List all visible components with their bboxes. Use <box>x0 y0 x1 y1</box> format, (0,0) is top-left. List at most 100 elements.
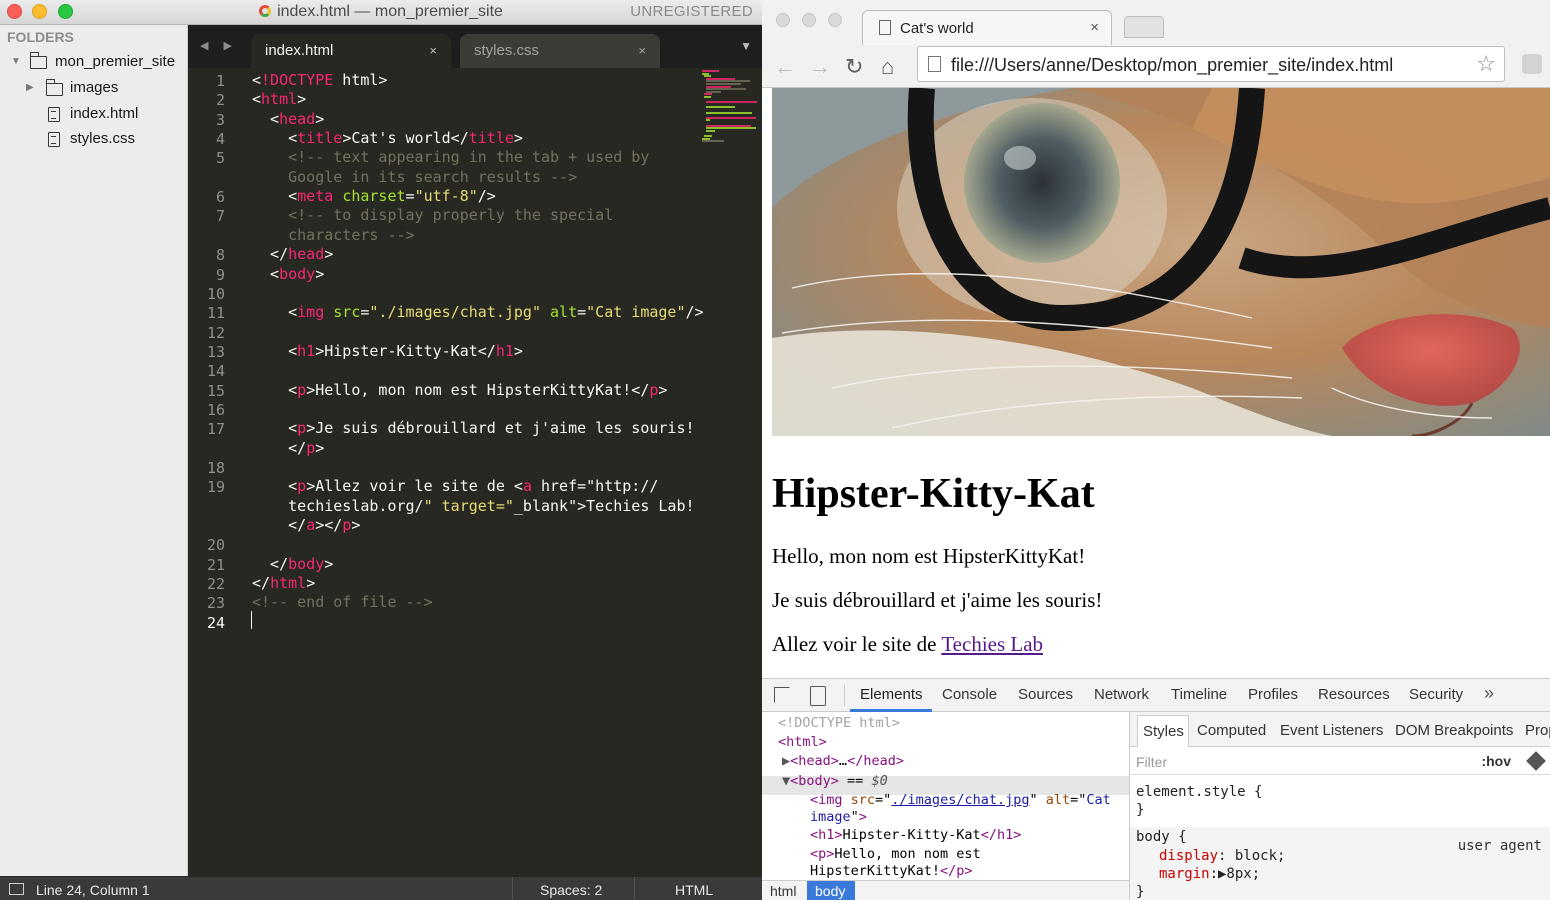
code-line[interactable]: </head> <box>252 245 333 264</box>
url-text[interactable]: file:///Users/anne/Desktop/mon_premier_s… <box>951 55 1393 76</box>
dom-node[interactable]: image"> <box>810 809 867 826</box>
forward-icon[interactable]: → <box>809 54 831 80</box>
reload-icon[interactable]: ↻ <box>845 54 863 80</box>
close-icon[interactable]: × <box>1090 19 1099 36</box>
code-line[interactable]: characters --> <box>252 226 414 245</box>
zoom-window-button[interactable] <box>828 13 842 27</box>
syntax-setting[interactable]: HTML <box>675 882 713 898</box>
tab-properties[interactable]: Prop <box>1525 722 1550 739</box>
tab-nav-arrows[interactable]: ◀ ▶ <box>200 39 238 52</box>
status-divider <box>634 877 635 900</box>
new-style-rule-icon[interactable] <box>1526 751 1546 771</box>
close-icon[interactable]: × <box>638 43 646 58</box>
minimize-window-button[interactable] <box>802 13 816 27</box>
dom-node[interactable]: <h1>Hipster-Kitty-Kat</h1> <box>810 827 1021 844</box>
indentation-setting[interactable]: Spaces: 2 <box>540 882 602 898</box>
code-line[interactable]: <p>Allez voir le site de <a href="http:/… <box>252 477 658 496</box>
dom-node[interactable]: ▼<body> == $0 <box>782 773 888 790</box>
tab-dropdown-icon[interactable]: ▼ <box>740 39 752 53</box>
minimap-line <box>706 119 711 122</box>
code-area[interactable]: <!DOCTYPE html> <html> <head> <title>Cat'… <box>252 68 704 876</box>
body-selector[interactable]: body { <box>1136 828 1187 846</box>
code-line[interactable]: </body> <box>252 555 333 574</box>
chevron-right-icon[interactable]: ▶ <box>26 82 34 93</box>
tab-index-html[interactable]: index.html × <box>251 34 451 68</box>
tab-profiles[interactable]: Profiles <box>1248 686 1298 703</box>
home-icon[interactable]: ⌂ <box>881 54 894 80</box>
code-line[interactable]: </html> <box>252 574 315 593</box>
dom-node[interactable]: HipsterKittyKat!</p> <box>810 863 973 880</box>
breadcrumb-body[interactable]: body <box>807 881 855 900</box>
sidebar-item-styles-css[interactable]: styles.css <box>0 128 188 150</box>
new-tab-button[interactable] <box>1124 16 1164 38</box>
chevron-down-icon[interactable]: ▼ <box>11 56 21 67</box>
close-icon[interactable]: × <box>429 43 437 58</box>
line-number: 10 <box>206 284 225 303</box>
code-line[interactable]: <head> <box>252 110 324 129</box>
code-line[interactable]: <p>Hello, mon nom est HipsterKittyKat!</… <box>252 381 667 400</box>
styles-filter[interactable]: Filter :hov <box>1130 747 1550 775</box>
code-line[interactable]: <body> <box>252 265 324 284</box>
minimap[interactable] <box>700 70 760 150</box>
sidebar-item-index-html[interactable]: index.html <box>0 103 188 125</box>
code-line[interactable]: <p>Je suis débrouillard et j'aime les so… <box>252 419 694 438</box>
tab-console[interactable]: Console <box>942 686 997 703</box>
close-window-button[interactable] <box>776 13 790 27</box>
code-line[interactable]: <meta charset="utf-8"/> <box>252 187 496 206</box>
tab-sources[interactable]: Sources <box>1018 686 1073 703</box>
browser-tab[interactable]: Cat's world × <box>862 10 1112 45</box>
tab-dom-breakpoints[interactable]: DOM Breakpoints <box>1395 722 1513 739</box>
dom-node[interactable]: ▶<head>…</head> <box>782 753 904 770</box>
panel-toggle-icon[interactable] <box>9 883 24 895</box>
techies-lab-link[interactable]: Techies Lab <box>941 632 1043 656</box>
user-agent-source: user agent <box>1457 838 1542 854</box>
more-tabs-icon[interactable]: » <box>1484 683 1494 704</box>
code-line[interactable]: <!-- text appearing in the tab + used by <box>252 148 649 167</box>
code-line[interactable]: <!-- end of file --> <box>252 593 433 612</box>
device-mode-icon[interactable] <box>810 686 826 706</box>
element-style-rule[interactable]: element.style { <box>1136 783 1262 801</box>
file-icon <box>48 132 60 147</box>
tab-resources[interactable]: Resources <box>1318 686 1390 703</box>
devtools-panel: Elements Console Sources Network Timelin… <box>762 678 1550 900</box>
code-line[interactable]: <img src="./images/chat.jpg" alt="Cat im… <box>252 303 703 322</box>
code-line[interactable]: <!-- to display properly the special <box>252 206 613 225</box>
property-name: margin <box>1159 866 1210 882</box>
address-bar[interactable]: file:///Users/anne/Desktop/mon_premier_s… <box>917 46 1505 82</box>
code-line[interactable]: <html> <box>252 90 306 109</box>
code-line[interactable]: techieslab.org/" target="_blank">Techies… <box>252 497 694 516</box>
code-line[interactable]: <h1>Hipster-Kitty-Kat</h1> <box>252 342 523 361</box>
code-line[interactable]: <!DOCTYPE html> <box>252 71 387 90</box>
tab-computed[interactable]: Computed <box>1197 722 1266 739</box>
page-heading: Hipster-Kitty-Kat <box>772 471 1095 517</box>
declaration-display[interactable]: display: block; <box>1159 847 1285 865</box>
dom-tree[interactable]: <!DOCTYPE html> <html> ▶<head>…</head> ▼<bo… <box>762 712 1129 880</box>
minimap-line <box>706 116 756 119</box>
tab-timeline[interactable]: Timeline <box>1171 686 1227 703</box>
sidebar-item-images[interactable]: ▶ images <box>0 77 188 99</box>
declaration-margin[interactable]: margin:▶8px; <box>1159 865 1260 883</box>
sidebar-item-project[interactable]: ▼ mon_premier_site <box>0 51 188 73</box>
code-line[interactable]: <title>Cat's world</title> <box>252 129 523 148</box>
inspect-element-icon[interactable] <box>774 687 790 703</box>
dom-node[interactable]: <img src="./images/chat.jpg" alt="Cat <box>810 792 1111 809</box>
breadcrumb-html[interactable]: html <box>770 883 796 899</box>
code-line[interactable]: </a></p> <box>252 516 360 535</box>
tab-security[interactable]: Security <box>1409 686 1463 703</box>
extension-icon[interactable] <box>1522 54 1542 74</box>
hover-state-toggle[interactable]: :hov <box>1481 753 1511 769</box>
dom-node[interactable]: <p>Hello, mon nom est <box>810 846 981 863</box>
filter-placeholder[interactable]: Filter <box>1136 754 1167 770</box>
bookmark-star-icon[interactable]: ☆ <box>1476 51 1496 77</box>
dom-node[interactable]: <html> <box>778 734 827 751</box>
tab-network[interactable]: Network <box>1094 686 1149 703</box>
tab-styles[interactable]: Styles <box>1137 715 1189 747</box>
line-number: 3 <box>215 110 225 129</box>
back-icon[interactable]: ← <box>774 54 796 80</box>
tab-elements[interactable]: Elements <box>860 686 923 703</box>
tab-event-listeners[interactable]: Event Listeners <box>1280 722 1383 739</box>
code-line[interactable]: Google in its search results --> <box>252 168 577 187</box>
code-line[interactable]: </p> <box>252 439 324 458</box>
tab-styles-css[interactable]: styles.css × <box>460 34 660 68</box>
dom-node[interactable]: <!DOCTYPE html> <box>778 715 900 732</box>
